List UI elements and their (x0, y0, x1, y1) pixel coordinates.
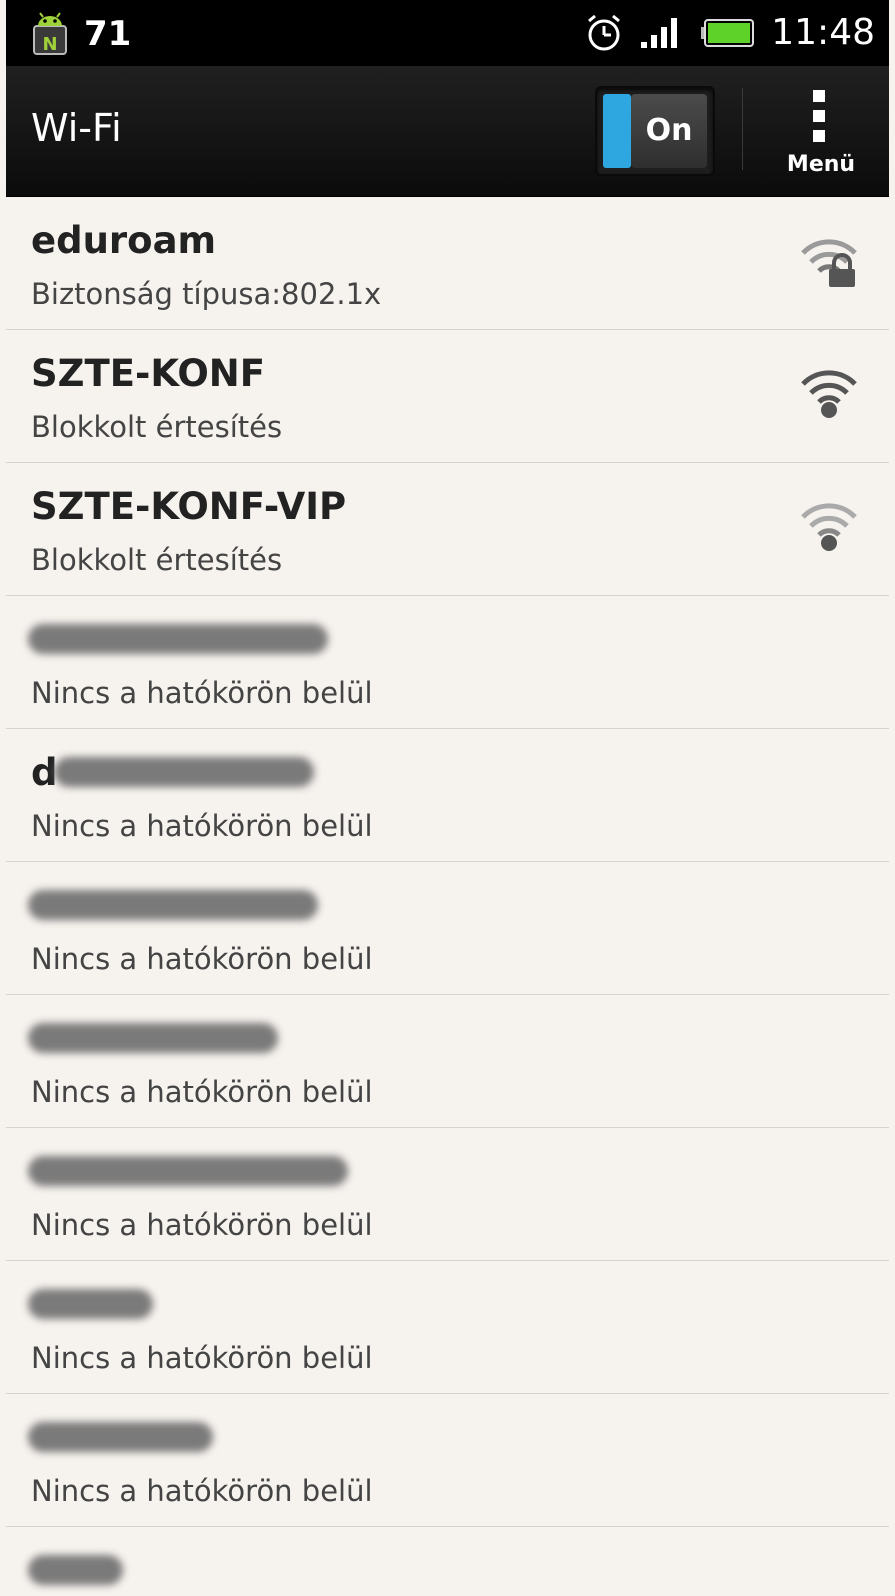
redacted-name (54, 757, 314, 787)
toggle-on-indicator (603, 94, 631, 168)
notification-count: 71 (84, 14, 132, 54)
network-list: eduroam Biztonság típusa:802.1x SZTE-KON… (6, 197, 889, 1596)
network-item[interactable]: Nincs a hatókörön belül (6, 862, 889, 995)
alarm-icon (588, 14, 621, 50)
network-status: Nincs a hatókörön belül (31, 1474, 373, 1508)
network-item[interactable]: eduroam Biztonság típusa:802.1x (6, 197, 889, 330)
menu-label: Menü (786, 152, 856, 177)
overflow-menu-icon (813, 90, 825, 150)
network-status: Nincs a hatókörön belül (31, 1208, 373, 1242)
network-status: Nincs a hatókörön belül (31, 1341, 373, 1375)
redacted-name (28, 1422, 213, 1452)
network-name: SZTE-KONF-VIP (31, 485, 347, 528)
network-item[interactable]: SZTE-KONF-VIP Blokkolt értesítés (6, 463, 889, 596)
network-status: Nincs a hatókörön belül (31, 942, 373, 976)
network-name: SZTE-KONF (31, 352, 266, 395)
network-status: Nincs a hatókörön belül (31, 809, 373, 843)
network-item[interactable]: Nincs a hatókörön belül (6, 596, 889, 729)
svg-text:N: N (42, 34, 57, 55)
wifi-icon (801, 370, 857, 418)
network-item[interactable]: Nincs a hatókörön belül (6, 995, 889, 1128)
clock: 11:48 (771, 12, 875, 53)
network-item[interactable]: d Nincs a hatókörön belül (6, 729, 889, 862)
redacted-name (28, 1555, 123, 1585)
wifi-icon (801, 503, 857, 551)
redacted-name (28, 1289, 153, 1319)
network-status: Nincs a hatókörön belül (31, 1075, 373, 1109)
screen: N 71 11:48 Wi-Fi On Menü eduroam Biztons… (6, 0, 889, 1596)
android-notification-icon: N (33, 12, 67, 55)
network-status: Blokkolt értesítés (31, 410, 283, 444)
network-item[interactable]: Nincs a hatókörön belül (6, 1394, 889, 1527)
network-item[interactable]: SZTE-KONF Blokkolt értesítés (6, 330, 889, 463)
page-title: Wi-Fi (31, 106, 122, 150)
network-item[interactable]: Nincs a hatókörön belül (6, 1261, 889, 1394)
network-item[interactable]: Nincs a hatókörön belül (6, 1128, 889, 1261)
wifi-lock-icon (801, 239, 857, 287)
signal-strength-icon (641, 17, 678, 48)
redacted-name (28, 890, 318, 920)
network-item[interactable] (6, 1527, 889, 1596)
redacted-name (28, 1023, 278, 1053)
battery-icon (701, 18, 755, 47)
redacted-name (28, 1156, 348, 1186)
menu-button[interactable]: Menü (766, 86, 876, 186)
action-bar: Wi-Fi On Menü (6, 66, 889, 198)
redacted-name (28, 624, 328, 654)
divider (742, 88, 743, 170)
toggle-label: On (631, 94, 707, 168)
wifi-toggle[interactable]: On (595, 86, 715, 176)
network-status: Nincs a hatókörön belül (31, 676, 373, 710)
status-bar: N 71 11:48 (6, 0, 889, 66)
network-status: Blokkolt értesítés (31, 543, 283, 577)
network-status: Biztonság típusa:802.1x (31, 277, 382, 311)
network-name: eduroam (31, 219, 217, 262)
